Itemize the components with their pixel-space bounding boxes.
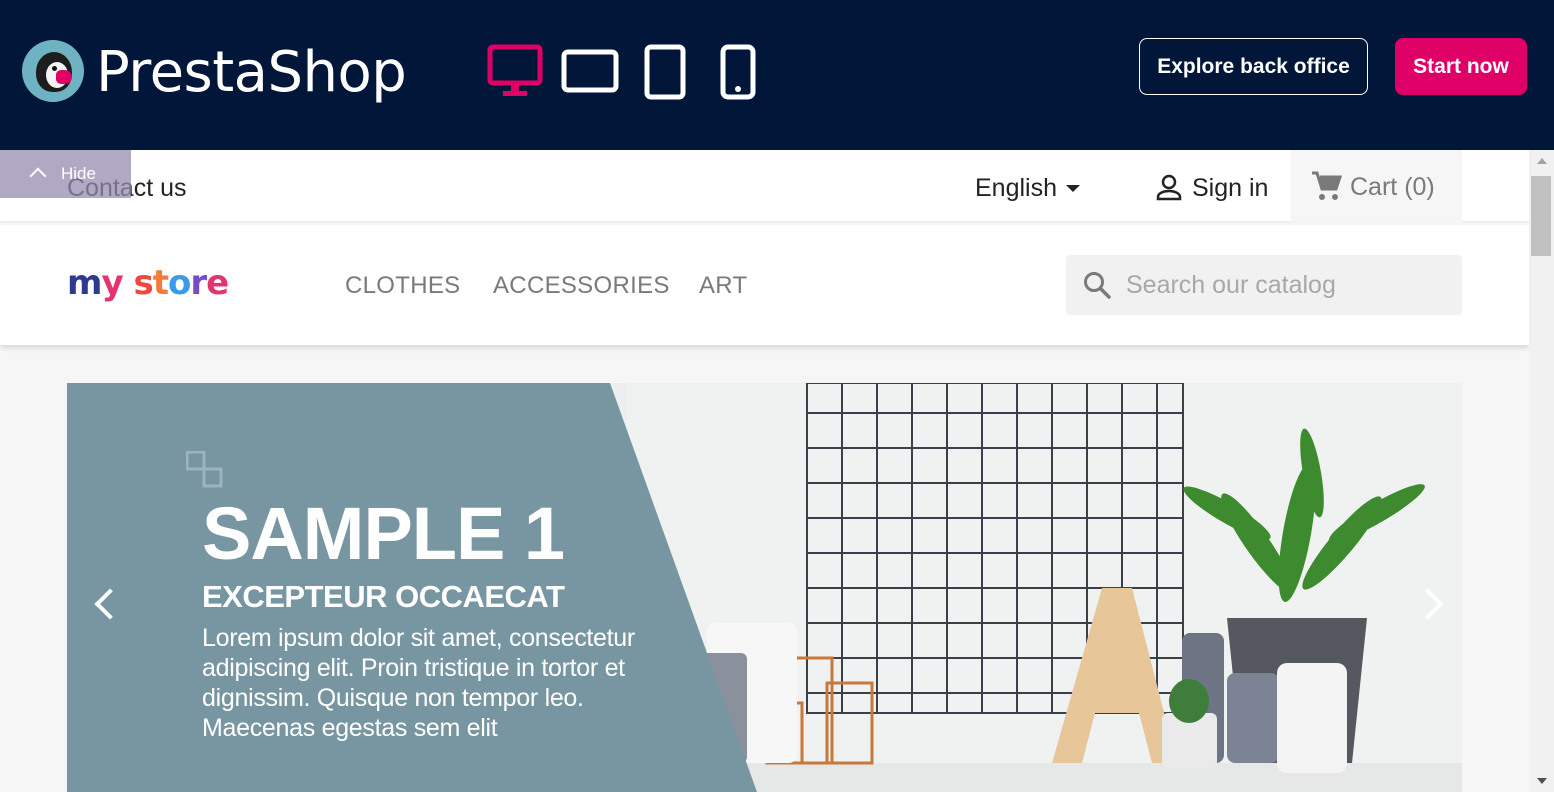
hide-toolbar-button[interactable]: Hide [0, 150, 131, 198]
scroll-up-icon[interactable] [1537, 158, 1547, 164]
menu-item-clothes[interactable]: CLOTHES [345, 272, 460, 300]
slide-title: SAMPLE 1 [202, 492, 565, 575]
scrollbar[interactable] [1529, 150, 1554, 792]
sign-in-link[interactable]: Sign in [1192, 174, 1268, 203]
cart-label[interactable]: Cart (0) [1350, 173, 1435, 202]
cart-count: (0) [1404, 173, 1435, 201]
search-box [1066, 255, 1462, 315]
tablet-portrait-icon[interactable] [644, 44, 686, 100]
explore-back-office-button[interactable]: Explore back office [1139, 38, 1368, 95]
chevron-up-icon [29, 167, 47, 185]
prestashop-wordmark: PrestaShop [96, 40, 407, 105]
store-top-nav: Contact us English Sign in Cart (0) Hide [0, 150, 1529, 223]
mobile-view-icon[interactable] [720, 44, 756, 100]
user-icon[interactable] [1155, 174, 1183, 207]
store-header: my store CLOTHES ACCESSORIES ART [0, 225, 1529, 345]
language-selector[interactable]: English [975, 174, 1057, 203]
start-now-button[interactable]: Start now [1395, 38, 1527, 95]
search-icon[interactable] [1082, 270, 1112, 305]
search-input[interactable] [1126, 267, 1446, 303]
store-preview-frame: Contact us English Sign in Cart (0) Hide [0, 150, 1529, 792]
shopping-cart-icon[interactable] [1310, 170, 1343, 207]
scroll-thumb[interactable] [1531, 176, 1551, 256]
scroll-down-icon[interactable] [1537, 778, 1547, 784]
desktop-view-icon[interactable] [487, 44, 543, 98]
my-store-logo[interactable]: my store [67, 263, 229, 303]
prestashop-logo-icon [22, 40, 84, 102]
caret-down-icon[interactable] [1066, 185, 1080, 192]
tablet-landscape-icon[interactable] [561, 49, 619, 93]
menu-item-accessories[interactable]: ACCESSORIES [493, 272, 670, 300]
slide-description: Lorem ipsum dolor sit amet, consectetur … [202, 624, 635, 742]
menu-item-art[interactable]: ART [699, 272, 747, 300]
demo-topbar: PrestaShop Explore back office Start now [0, 0, 1554, 150]
slide-subtitle: EXCEPTEUR OCCAECAT [202, 579, 565, 614]
decorative-squares-icon [186, 451, 223, 488]
hero-slider: SAMPLE 1 EXCEPTEUR OCCAECAT Lorem ipsum … [67, 383, 1462, 792]
